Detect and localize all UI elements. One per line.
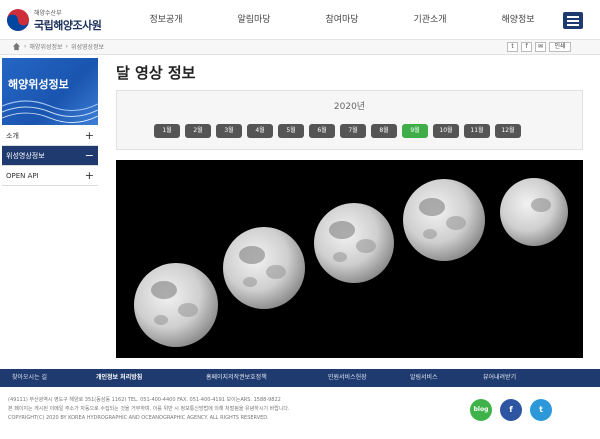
sidebar-menu: 소개 + 위성영상정보 − OPEN API +	[2, 126, 98, 186]
sidebar-title: 해양위성정보	[8, 78, 69, 91]
footer-link-copyright[interactable]: 홈페이지저작권보호정책	[206, 369, 267, 387]
expand-icon: +	[84, 169, 94, 182]
footer-address: (49111) 부산광역시 영도구 해양로 351(동삼동 1162) TEL.…	[8, 397, 281, 403]
month-button-12[interactable]: 12월	[495, 124, 521, 138]
page-title: 달 영상 정보	[116, 64, 196, 82]
month-button-1[interactable]: 1월	[154, 124, 180, 138]
year-label: 2020년	[333, 102, 366, 112]
blog-icon[interactable]: blog	[470, 399, 492, 421]
nav-item-about[interactable]: 기관소개	[386, 0, 474, 40]
nav-item-notices[interactable]: 알림마당	[210, 0, 298, 40]
sidebar-banner: 해양위성정보	[2, 58, 98, 125]
footer-info: (49111) 부산광역시 영도구 해양로 351(동삼동 1162) TEL.…	[8, 396, 290, 423]
moon-4	[403, 179, 485, 261]
footer-nav: 찾아오시는 길 개인정보 처리방침 홈페이지저작권보호정책 민원서비스헌장 알림…	[0, 369, 600, 387]
site-logo[interactable]: 해양수산부 국립해양조사원	[6, 6, 126, 34]
footer-link-privacy[interactable]: 개인정보 처리방침	[96, 369, 142, 387]
month-selector-panel: 2020년 1월 2월 3월 4월 5월 6월 7월 8월 9월 10월 11월…	[116, 90, 583, 150]
wave-decoration-icon	[2, 100, 98, 123]
breadcrumb-bar: › 해양위성정보 › 위성영상정보 t f ✉ 인쇄	[0, 40, 600, 55]
main-nav: 정보공개 알림마당 참여마당 기관소개 해양정보	[122, 0, 562, 40]
twitter-share-icon[interactable]: t	[507, 42, 518, 52]
collapse-icon: −	[84, 149, 94, 162]
month-button-11[interactable]: 11월	[464, 124, 490, 138]
month-button-9[interactable]: 9월	[402, 124, 428, 138]
moon-5-partial	[500, 178, 568, 246]
share-tools: t f ✉ 인쇄	[507, 42, 571, 52]
hamburger-menu-icon[interactable]	[563, 12, 583, 29]
month-button-6[interactable]: 6월	[309, 124, 335, 138]
sidebar-item-satellite-images[interactable]: 위성영상정보 −	[2, 146, 98, 166]
month-button-3[interactable]: 3월	[216, 124, 242, 138]
footer-link-viewer[interactable]: 뷰어내려받기	[483, 369, 516, 387]
email-share-icon[interactable]: ✉	[535, 42, 546, 52]
nav-item-info-disclosure[interactable]: 정보공개	[122, 0, 210, 40]
logo-ministry-text: 해양수산부	[34, 10, 62, 17]
expand-icon: +	[84, 129, 94, 142]
footer-link-alerts[interactable]: 알림서비스	[410, 369, 438, 387]
logo-agency-name: 국립해양조사원	[34, 19, 102, 32]
month-button-4[interactable]: 4월	[247, 124, 273, 138]
footer-link-directions[interactable]: 찾아오시는 길	[12, 369, 47, 387]
month-button-5[interactable]: 5월	[278, 124, 304, 138]
month-button-10[interactable]: 10월	[433, 124, 459, 138]
site-header: 해양수산부 국립해양조사원 정보공개 알림마당 참여마당 기관소개 해양정보	[0, 0, 600, 40]
footer-link-charter[interactable]: 민원서비스헌장	[328, 369, 367, 387]
sidebar-item-open-api[interactable]: OPEN API +	[2, 166, 98, 186]
nav-item-participation[interactable]: 참여마당	[298, 0, 386, 40]
month-tabs: 1월 2월 3월 4월 5월 6월 7월 8월 9월 10월 11월 12월	[154, 124, 521, 138]
month-button-8[interactable]: 8월	[371, 124, 397, 138]
moon-3	[314, 203, 394, 283]
month-button-7[interactable]: 7월	[340, 124, 366, 138]
footer-copyright: COPYRIGHT(C) 2020 BY KOREA HYDROGRAPHIC …	[8, 415, 269, 421]
month-button-2[interactable]: 2월	[185, 124, 211, 138]
facebook-share-icon[interactable]: f	[521, 42, 532, 52]
twitter-icon[interactable]: t	[530, 399, 552, 421]
breadcrumb: › 해양위성정보 › 위성영상정보	[12, 42, 104, 51]
sidebar-item-intro[interactable]: 소개 +	[2, 126, 98, 146]
facebook-icon[interactable]: f	[500, 399, 522, 421]
moon-phases-image	[116, 160, 583, 358]
nav-item-ocean-info[interactable]: 해양정보	[474, 0, 562, 40]
breadcrumb-item-image-info[interactable]: 위성영상정보	[71, 42, 104, 51]
taegeuk-emblem-icon	[7, 9, 29, 31]
footer-email-notice: 본 페이지는 게시된 이메일 주소가 자동으로 수집되는 것을 거부하며, 이를…	[8, 406, 290, 412]
breadcrumb-item-satellite[interactable]: 해양위성정보	[29, 42, 62, 51]
print-button[interactable]: 인쇄	[549, 42, 571, 52]
moon-2	[223, 227, 305, 309]
home-icon[interactable]	[12, 42, 21, 51]
moon-1	[134, 263, 218, 347]
